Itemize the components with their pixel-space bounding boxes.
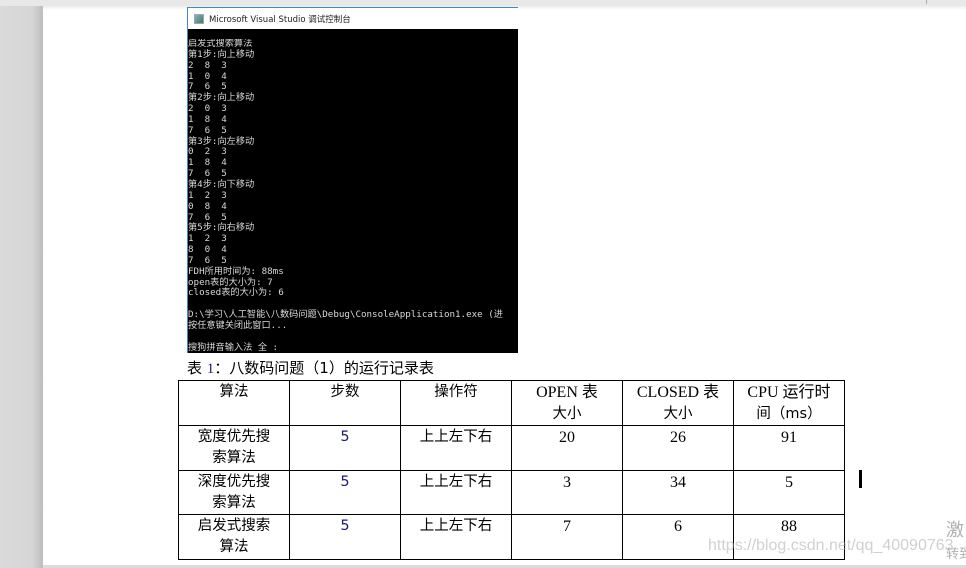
console-line: 2 8 3	[188, 59, 227, 71]
cell-operators: 上上左下右	[400, 469, 512, 515]
console-line: 7 6 5	[188, 124, 227, 136]
cell-cpu: 91	[733, 425, 845, 471]
cell-operators: 上上左下右	[400, 425, 512, 471]
console-line: 1 0 4	[188, 70, 227, 82]
document-left-margin	[0, 6, 43, 568]
toolbar-divider	[926, 0, 927, 4]
header-steps: 步数	[289, 380, 401, 426]
console-line: 第4步:向下移动	[188, 178, 255, 190]
console-line: 按任意键关闭此窗口...	[188, 319, 288, 331]
console-output: 启发式搜索算法 第1步:向上移动 2 8 31 0 47 6 5 第2步:向上移动 2 …	[188, 39, 518, 353]
console-app-icon	[194, 13, 204, 24]
console-titlebar: Microsoft Visual Studio 调试控制台	[188, 8, 518, 29]
console-line: 0 8 4	[188, 200, 227, 212]
cell-closed: 26	[622, 425, 734, 471]
console-line: FDH所用时间为: 88ms	[188, 265, 284, 277]
table-row: 深度优先搜 索算法 5 上上左下右 3 34 5	[178, 469, 845, 515]
console-line: 第1步:向上移动	[188, 48, 255, 60]
cell-algorithm: 宽度优先搜 索算法	[178, 425, 290, 471]
console-line: 1 8 4	[188, 157, 227, 169]
cell-algorithm: 启发式搜索 算法	[178, 514, 290, 560]
console-window-screenshot: Microsoft Visual Studio 调试控制台 启发式搜索算法 第1步…	[187, 7, 518, 353]
cell-open: 7	[511, 514, 623, 560]
console-line: 搜狗拼音输入法 全 :	[188, 341, 279, 353]
header-closed-size: CLOSED 表大小	[622, 380, 734, 426]
console-line: 1 2 3	[188, 233, 227, 245]
header-cpu-time: CPU 运行时 间（ms）	[733, 380, 845, 426]
cell-operators: 上上左下右	[400, 514, 512, 560]
watermark-url: https://blog.csdn.net/qq_40090763	[708, 537, 954, 554]
cell-steps: 5	[289, 425, 401, 471]
run-record-table: 算法 步数 操作符 OPEN 表大小 CLOSED 表大小 CPU 运行时 间（m…	[178, 380, 845, 560]
header-operators: 操作符	[400, 380, 512, 426]
header-open-size: OPEN 表大小	[511, 380, 623, 426]
cell-open: 20	[511, 425, 623, 471]
caption-text: ：八数码问题（1）的运行记录表	[214, 359, 434, 377]
console-line: 第3步:向左移动	[188, 135, 255, 147]
side-widget-subtext[interactable]: 转到	[946, 543, 966, 562]
cell-steps: 5	[289, 514, 401, 560]
cell-steps: 5	[289, 469, 401, 515]
table-header-row: 算法 步数 操作符 OPEN 表大小 CLOSED 表大小 CPU 运行时 间（m…	[178, 380, 845, 426]
console-line: 1 8 4	[188, 113, 227, 125]
cell-cpu: 5	[733, 469, 845, 515]
console-line: 第5步:向右移动	[188, 222, 255, 234]
console-line: 2 0 3	[188, 103, 227, 115]
console-line: 0 2 3	[188, 146, 227, 158]
cell-open: 3	[511, 469, 623, 515]
table-caption: 表 1：八数码问题（1）的运行记录表	[187, 357, 434, 378]
console-title: Microsoft Visual Studio 调试控制台	[209, 14, 351, 25]
console-line: 8 0 4	[188, 244, 227, 256]
table-row: 宽度优先搜 索算法 5 上上左下右 20 26 91	[178, 425, 845, 471]
cell-closed: 34	[622, 469, 734, 515]
cell-algorithm: 深度优先搜 索算法	[178, 469, 290, 515]
header-algorithm: 算法	[178, 380, 290, 426]
console-line: 第2步:向上移动	[188, 92, 255, 104]
side-widget-text[interactable]: 激	[946, 516, 964, 542]
console-line: closed表的大小为: 6	[188, 287, 284, 299]
console-line: 1 2 3	[188, 189, 227, 201]
caption-prefix: 表	[187, 359, 207, 377]
text-cursor	[859, 470, 862, 488]
